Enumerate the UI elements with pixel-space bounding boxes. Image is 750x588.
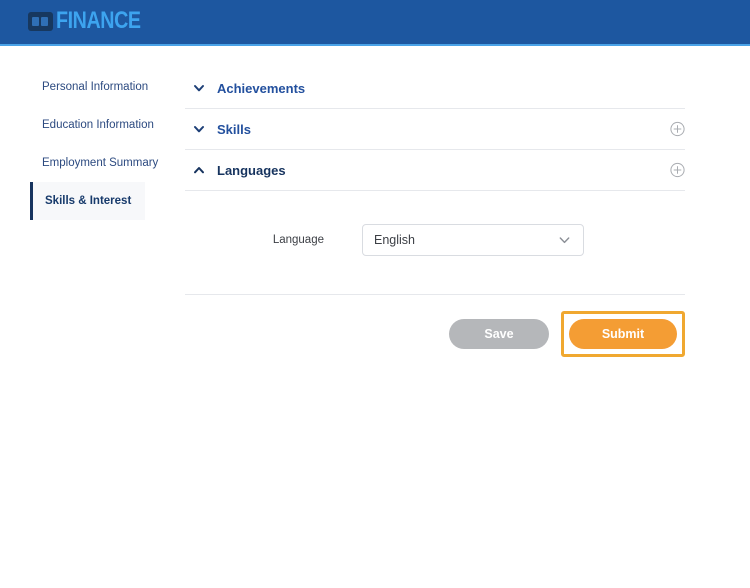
language-label: Language bbox=[272, 234, 324, 246]
accordion-section-title: Languages bbox=[217, 162, 286, 178]
accordion-section-achievements[interactable]: Achievements bbox=[185, 68, 685, 109]
main-content: Achievements Skills Languages Language E… bbox=[175, 46, 750, 588]
accordion-section-languages[interactable]: Languages bbox=[185, 150, 685, 191]
sidebar-item-education-information[interactable]: Education Information bbox=[0, 106, 175, 144]
chevron-down-icon bbox=[191, 121, 207, 137]
card-logo-icon bbox=[28, 11, 53, 31]
submit-button[interactable]: Submit bbox=[569, 319, 677, 349]
chevron-down-icon bbox=[191, 80, 207, 96]
chevron-down-icon bbox=[557, 233, 572, 248]
accordion: Achievements Skills Languages bbox=[185, 68, 685, 191]
app-header: FINANCE bbox=[0, 0, 750, 46]
sidebar-item-label: Skills & Interest bbox=[45, 195, 132, 207]
language-select-value: English bbox=[374, 233, 415, 247]
save-button[interactable]: Save bbox=[449, 319, 549, 349]
brand-name: FINANCE bbox=[56, 7, 141, 34]
brand-logo[interactable]: FINANCE bbox=[28, 9, 159, 33]
submit-focus-highlight: Submit bbox=[561, 311, 685, 357]
add-skill-icon[interactable] bbox=[670, 121, 685, 137]
sidebar-item-label: Employment Summary bbox=[42, 157, 159, 169]
sidebar-item-label: Personal Information bbox=[42, 81, 149, 93]
accordion-section-title: Skills bbox=[217, 121, 251, 137]
sidebar: Personal Information Education Informati… bbox=[0, 46, 175, 588]
accordion-section-skills[interactable]: Skills bbox=[185, 109, 685, 150]
sidebar-item-skills-and-interest[interactable]: Skills & Interest bbox=[30, 182, 145, 220]
accordion-section-title: Achievements bbox=[217, 80, 306, 96]
language-select[interactable]: English bbox=[362, 224, 584, 256]
sidebar-item-label: Education Information bbox=[42, 119, 154, 131]
form-actions: Save Submit bbox=[185, 311, 685, 357]
chevron-up-icon bbox=[191, 162, 207, 178]
sidebar-item-personal-information[interactable]: Personal Information bbox=[0, 68, 175, 106]
footer-divider bbox=[185, 294, 685, 295]
page-root: FINANCE Personal Information Education I… bbox=[0, 0, 750, 588]
sidebar-item-employment-summary[interactable]: Employment Summary bbox=[0, 144, 175, 182]
language-form-row: Language English bbox=[185, 224, 685, 256]
add-language-icon[interactable] bbox=[670, 162, 685, 178]
